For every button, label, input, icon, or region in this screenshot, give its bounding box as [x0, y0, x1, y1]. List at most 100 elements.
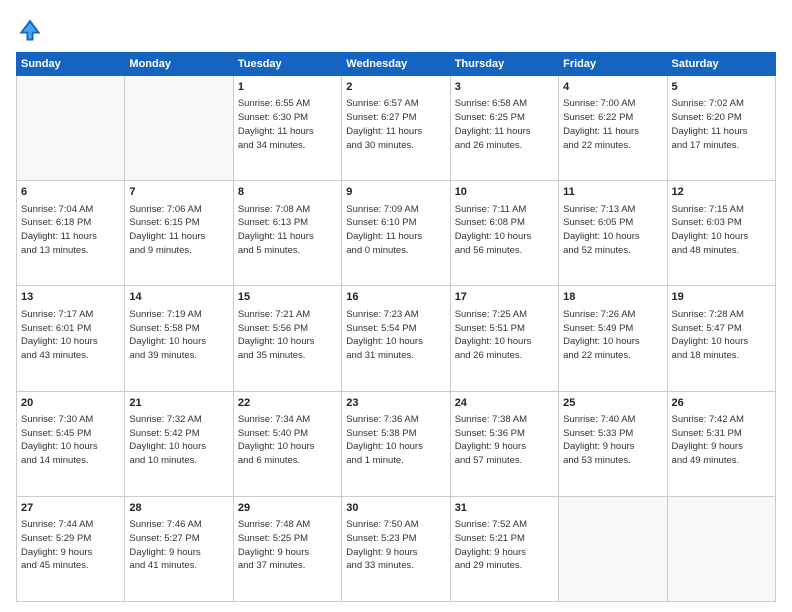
calendar-cell: 28 Sunrise: 7:46 AMSunset: 5:27 PMDayligh…	[125, 496, 233, 601]
day-header-saturday: Saturday	[667, 53, 775, 76]
calendar-cell: 1 Sunrise: 6:55 AMSunset: 6:30 PMDaylight…	[233, 76, 341, 181]
logo	[16, 16, 48, 44]
day-number: 15	[238, 290, 337, 305]
day-info: Sunrise: 6:57 AMSunset: 6:27 PMDaylight:…	[346, 97, 445, 152]
calendar-cell: 17 Sunrise: 7:25 AMSunset: 5:51 PMDayligh…	[450, 286, 558, 391]
day-number: 14	[129, 290, 228, 305]
day-info: Sunrise: 7:00 AMSunset: 6:22 PMDaylight:…	[563, 97, 662, 152]
day-number: 8	[238, 185, 337, 200]
day-number: 30	[346, 501, 445, 516]
day-number: 9	[346, 185, 445, 200]
day-info: Sunrise: 6:58 AMSunset: 6:25 PMDaylight:…	[455, 97, 554, 152]
day-number: 12	[672, 185, 771, 200]
day-info: Sunrise: 7:04 AMSunset: 6:18 PMDaylight:…	[21, 203, 120, 258]
logo-icon	[16, 16, 44, 44]
calendar-cell: 5 Sunrise: 7:02 AMSunset: 6:20 PMDaylight…	[667, 76, 775, 181]
calendar-cell: 23 Sunrise: 7:36 AMSunset: 5:38 PMDayligh…	[342, 391, 450, 496]
calendar-cell: 21 Sunrise: 7:32 AMSunset: 5:42 PMDayligh…	[125, 391, 233, 496]
day-info: Sunrise: 7:26 AMSunset: 5:49 PMDaylight:…	[563, 308, 662, 363]
day-header-tuesday: Tuesday	[233, 53, 341, 76]
header	[16, 16, 776, 44]
calendar-cell	[125, 76, 233, 181]
calendar-cell: 20 Sunrise: 7:30 AMSunset: 5:45 PMDayligh…	[17, 391, 125, 496]
day-number: 24	[455, 396, 554, 411]
calendar-cell: 3 Sunrise: 6:58 AMSunset: 6:25 PMDaylight…	[450, 76, 558, 181]
day-number: 3	[455, 80, 554, 95]
day-info: Sunrise: 7:06 AMSunset: 6:15 PMDaylight:…	[129, 203, 228, 258]
day-info: Sunrise: 7:34 AMSunset: 5:40 PMDaylight:…	[238, 413, 337, 468]
day-header-monday: Monday	[125, 53, 233, 76]
day-number: 23	[346, 396, 445, 411]
day-info: Sunrise: 7:44 AMSunset: 5:29 PMDaylight:…	[21, 518, 120, 573]
calendar-cell: 4 Sunrise: 7:00 AMSunset: 6:22 PMDaylight…	[559, 76, 667, 181]
day-number: 13	[21, 290, 120, 305]
day-number: 31	[455, 501, 554, 516]
day-number: 11	[563, 185, 662, 200]
calendar-cell: 6 Sunrise: 7:04 AMSunset: 6:18 PMDaylight…	[17, 181, 125, 286]
calendar-cell: 7 Sunrise: 7:06 AMSunset: 6:15 PMDaylight…	[125, 181, 233, 286]
day-number: 28	[129, 501, 228, 516]
calendar-cell: 22 Sunrise: 7:34 AMSunset: 5:40 PMDayligh…	[233, 391, 341, 496]
calendar-cell: 19Sunrise: 7:28 AMSunset: 5:47 PMDayligh…	[667, 286, 775, 391]
calendar-cell: 15 Sunrise: 7:21 AMSunset: 5:56 PMDayligh…	[233, 286, 341, 391]
calendar-cell: 25 Sunrise: 7:40 AMSunset: 5:33 PMDayligh…	[559, 391, 667, 496]
day-header-thursday: Thursday	[450, 53, 558, 76]
day-info: Sunrise: 7:09 AMSunset: 6:10 PMDaylight:…	[346, 203, 445, 258]
day-number: 7	[129, 185, 228, 200]
day-number: 26	[672, 396, 771, 411]
calendar-cell: 30Sunrise: 7:50 AMSunset: 5:23 PMDayligh…	[342, 496, 450, 601]
calendar-cell: 27Sunrise: 7:44 AMSunset: 5:29 PMDayligh…	[17, 496, 125, 601]
day-info: Sunrise: 7:17 AMSunset: 6:01 PMDaylight:…	[21, 308, 120, 363]
calendar-cell	[17, 76, 125, 181]
calendar-cell: 2 Sunrise: 6:57 AMSunset: 6:27 PMDaylight…	[342, 76, 450, 181]
day-info: Sunrise: 7:02 AMSunset: 6:20 PMDaylight:…	[672, 97, 771, 152]
day-number: 5	[672, 80, 771, 95]
day-info: Sunrise: 6:55 AMSunset: 6:30 PMDaylight:…	[238, 97, 337, 152]
day-info: Sunrise: 7:42 AMSunset: 5:31 PMDaylight:…	[672, 413, 771, 468]
day-info: Sunrise: 7:15 AMSunset: 6:03 PMDaylight:…	[672, 203, 771, 258]
day-number: 25	[563, 396, 662, 411]
calendar-cell: 26 Sunrise: 7:42 AMSunset: 5:31 PMDayligh…	[667, 391, 775, 496]
day-number: 21	[129, 396, 228, 411]
page: SundayMondayTuesdayWednesdayThursdayFrid…	[0, 0, 792, 612]
day-info: Sunrise: 7:38 AMSunset: 5:36 PMDaylight:…	[455, 413, 554, 468]
day-info: Sunrise: 7:36 AMSunset: 5:38 PMDaylight:…	[346, 413, 445, 468]
day-info: Sunrise: 7:46 AMSunset: 5:27 PMDaylight:…	[129, 518, 228, 573]
calendar-cell: 14 Sunrise: 7:19 AMSunset: 5:58 PMDayligh…	[125, 286, 233, 391]
day-header-friday: Friday	[559, 53, 667, 76]
day-info: Sunrise: 7:13 AMSunset: 6:05 PMDaylight:…	[563, 203, 662, 258]
day-header-sunday: Sunday	[17, 53, 125, 76]
day-info: Sunrise: 7:48 AMSunset: 5:25 PMDaylight:…	[238, 518, 337, 573]
day-number: 1	[238, 80, 337, 95]
day-number: 4	[563, 80, 662, 95]
calendar-cell: 12 Sunrise: 7:15 AMSunset: 6:03 PMDayligh…	[667, 181, 775, 286]
day-info: Sunrise: 7:23 AMSunset: 5:54 PMDaylight:…	[346, 308, 445, 363]
day-info: Sunrise: 7:40 AMSunset: 5:33 PMDaylight:…	[563, 413, 662, 468]
calendar-cell: 29 Sunrise: 7:48 AMSunset: 5:25 PMDayligh…	[233, 496, 341, 601]
calendar-cell: 18 Sunrise: 7:26 AMSunset: 5:49 PMDayligh…	[559, 286, 667, 391]
calendar-cell: 24 Sunrise: 7:38 AMSunset: 5:36 PMDayligh…	[450, 391, 558, 496]
calendar: SundayMondayTuesdayWednesdayThursdayFrid…	[16, 52, 776, 602]
day-info: Sunrise: 7:21 AMSunset: 5:56 PMDaylight:…	[238, 308, 337, 363]
day-info: Sunrise: 7:32 AMSunset: 5:42 PMDaylight:…	[129, 413, 228, 468]
calendar-cell	[667, 496, 775, 601]
day-number: 29	[238, 501, 337, 516]
day-header-wednesday: Wednesday	[342, 53, 450, 76]
day-info: Sunrise: 7:25 AMSunset: 5:51 PMDaylight:…	[455, 308, 554, 363]
day-info: Sunrise: 7:19 AMSunset: 5:58 PMDaylight:…	[129, 308, 228, 363]
day-number: 20	[21, 396, 120, 411]
day-info: Sunrise: 7:30 AMSunset: 5:45 PMDaylight:…	[21, 413, 120, 468]
day-number: 18	[563, 290, 662, 305]
calendar-cell: 11 Sunrise: 7:13 AMSunset: 6:05 PMDayligh…	[559, 181, 667, 286]
day-number: 10	[455, 185, 554, 200]
day-number: 2	[346, 80, 445, 95]
calendar-cell: 8Sunrise: 7:08 AMSunset: 6:13 PMDaylight…	[233, 181, 341, 286]
calendar-cell: 13 Sunrise: 7:17 AMSunset: 6:01 PMDayligh…	[17, 286, 125, 391]
day-number: 22	[238, 396, 337, 411]
calendar-cell	[559, 496, 667, 601]
day-number: 6	[21, 185, 120, 200]
calendar-cell: 31 Sunrise: 7:52 AMSunset: 5:21 PMDayligh…	[450, 496, 558, 601]
calendar-cell: 10Sunrise: 7:11 AMSunset: 6:08 PMDayligh…	[450, 181, 558, 286]
day-number: 17	[455, 290, 554, 305]
day-info: Sunrise: 7:52 AMSunset: 5:21 PMDaylight:…	[455, 518, 554, 573]
